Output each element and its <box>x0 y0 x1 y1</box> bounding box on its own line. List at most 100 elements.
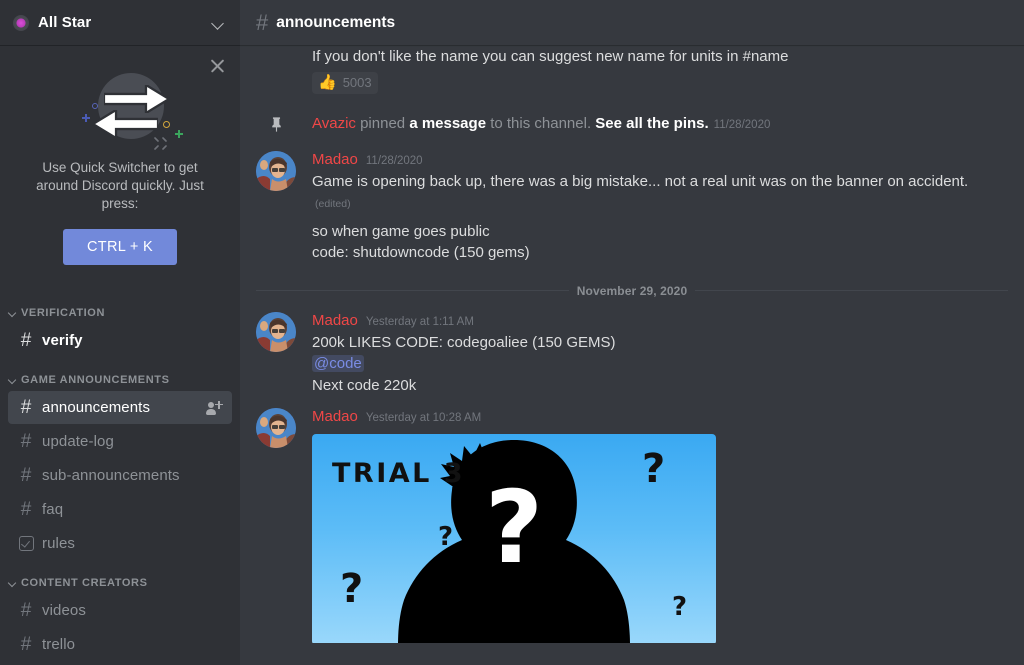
pin-author[interactable]: Avazic <box>312 115 356 132</box>
channel-label: rules <box>42 535 76 552</box>
date-divider-label: November 29, 2020 <box>576 283 688 298</box>
message-item: Madao 11/28/2020 Game is opening back up… <box>240 147 1024 266</box>
channel-header: # announcements <box>240 0 1024 45</box>
pin-system-message: Avazic pinned a message to this channel.… <box>240 110 1024 139</box>
deco-ring-blue <box>92 103 98 109</box>
question-mark-icon: ? <box>672 592 688 622</box>
pin-timestamp: 11/28/2020 <box>713 118 771 131</box>
avatar[interactable] <box>256 408 296 448</box>
rules-checkbox-icon <box>19 536 34 551</box>
message-list[interactable]: If you don't like the name you can sugge… <box>240 45 1024 643</box>
chevron-down-icon <box>8 578 18 588</box>
message-body: Game is opening back up, there was a big… <box>312 172 969 190</box>
hash-icon: # <box>20 634 32 655</box>
arrow-right-icon <box>104 85 170 113</box>
pin-verb: pinned <box>355 114 410 132</box>
chevron-down-icon <box>8 375 18 385</box>
sparkle-icon <box>154 137 167 150</box>
message-text-line-2: @code <box>312 353 976 375</box>
trial-3-image[interactable]: TRIAL 3 ? ? ? ? ? <box>312 434 716 643</box>
sidebar-item-verify[interactable]: # verify <box>8 324 232 357</box>
reaction-count: 5003 <box>342 75 372 90</box>
category-label: GAME ANNOUNCEMENTS <box>21 374 170 386</box>
category-game-announcements[interactable]: GAME ANNOUNCEMENTS <box>0 358 240 390</box>
sidebar-item-trello[interactable]: # trello <box>8 628 232 661</box>
channel-sidebar: All Star Use Quick Switcher to get aroun… <box>0 0 240 665</box>
reaction-list: 👍 5003 <box>312 71 976 94</box>
deco-plus-green <box>175 130 183 138</box>
message-text-line-3: code: shutdowncode (150 gems) <box>312 244 530 261</box>
category-label: VERIFICATION <box>21 307 105 319</box>
deco-plus-blue <box>82 114 90 122</box>
server-header[interactable]: All Star <box>0 0 240 45</box>
hash-icon: # <box>20 499 32 520</box>
pin-icon <box>256 116 296 133</box>
message-text-line-1: Game is opening back up, there was a big… <box>312 171 976 216</box>
message-author[interactable]: Madao <box>312 311 358 331</box>
sidebar-item-faq[interactable]: # faq <box>8 493 232 526</box>
sidebar-item-videos[interactable]: # videos <box>8 594 232 627</box>
mention-code[interactable]: @code <box>312 355 364 372</box>
message-text: If you don't like the name you can sugge… <box>312 48 789 65</box>
sidebar-item-announcements[interactable]: # announcements <box>8 391 232 424</box>
quick-switcher-arrows-icon <box>16 65 224 151</box>
hash-icon: # <box>20 397 32 418</box>
message-author[interactable]: Madao <box>312 407 358 427</box>
hash-icon: # <box>20 330 32 351</box>
channel-label: sub-announcements <box>42 467 180 484</box>
message-text-line-3: Next code 220k <box>312 376 417 394</box>
question-mark-icon: ? <box>340 566 364 612</box>
hash-icon: # <box>20 431 32 452</box>
pin-text: Avazic pinned a message to this channel.… <box>312 114 770 135</box>
category-content-creators[interactable]: CONTENT CREATORS <box>0 561 240 593</box>
composer-area[interactable] <box>240 643 1024 665</box>
invite-member-icon[interactable] <box>206 400 224 416</box>
question-mark-icon: ? <box>438 522 454 552</box>
channel-label: videos <box>42 602 86 619</box>
thumbs-up-emoji: 👍 <box>318 74 337 91</box>
chevron-down-icon <box>8 308 18 318</box>
quick-switcher-shortcut-button[interactable]: CTRL + K <box>63 229 177 265</box>
sidebar-item-rules[interactable]: rules <box>8 527 232 560</box>
category-verification[interactable]: VERIFICATION <box>0 291 240 323</box>
category-label: CONTENT CREATORS <box>21 577 148 589</box>
pin-object: a message <box>409 114 487 132</box>
attachment-title-text: TRIAL 3 <box>332 458 466 489</box>
message-author[interactable]: Madao <box>312 150 358 170</box>
channel-list[interactable]: VERIFICATION # verify GAME ANNOUNCEMENTS… <box>0 287 240 665</box>
channel-label: faq <box>42 501 64 518</box>
page-title: announcements <box>276 13 396 31</box>
reaction-thumbs-up[interactable]: 👍 5003 <box>312 71 378 94</box>
message-partial: If you don't like the name you can sugge… <box>240 45 1024 96</box>
date-divider: November 29, 2020 <box>256 284 1008 298</box>
see-all-pins-link[interactable]: See all the pins. <box>595 115 708 132</box>
chevron-down-icon[interactable] <box>211 16 225 30</box>
message-item: Madao Yesterday at 1:11 AM 200k LIKES CO… <box>240 308 1024 399</box>
channel-label: verify <box>42 332 83 349</box>
chat-area: # announcements If you don't like the na… <box>240 0 1024 665</box>
deco-ring-orange <box>163 121 170 128</box>
message-text-line-1: 200k LIKES CODE: codegoaliee (150 GEMS) <box>312 333 616 351</box>
quick-switcher-promo: Use Quick Switcher to get around Discord… <box>0 45 240 287</box>
avatar[interactable] <box>256 150 296 191</box>
arrow-left-icon <box>92 110 158 138</box>
edited-marker: (edited) <box>315 198 351 210</box>
sidebar-item-update-log[interactable]: # update-log <box>8 425 232 458</box>
hash-icon: # <box>20 465 32 486</box>
quick-switcher-text: Use Quick Switcher to get around Discord… <box>36 160 204 211</box>
channel-label: trello <box>42 636 76 653</box>
discord-app: All Star Use Quick Switcher to get aroun… <box>0 0 1024 665</box>
channel-label: announcements <box>42 399 151 416</box>
question-mark-icon: ? <box>642 446 666 492</box>
server-badge-icon <box>12 14 30 32</box>
hash-icon: # <box>256 9 269 35</box>
hash-icon: # <box>20 600 32 621</box>
avatar[interactable] <box>256 311 296 352</box>
question-mark-large-icon: ? <box>484 469 544 586</box>
server-name: All Star <box>38 14 92 31</box>
sidebar-item-sub-announcements[interactable]: # sub-announcements <box>8 459 232 492</box>
message-item: Madao Yesterday at 10:28 AM TRIAL 3 ? ? <box>240 404 1024 643</box>
channel-label: update-log <box>42 433 114 450</box>
message-timestamp: 11/28/2020 <box>365 154 423 167</box>
message-timestamp: Yesterday at 10:28 AM <box>365 412 482 424</box>
